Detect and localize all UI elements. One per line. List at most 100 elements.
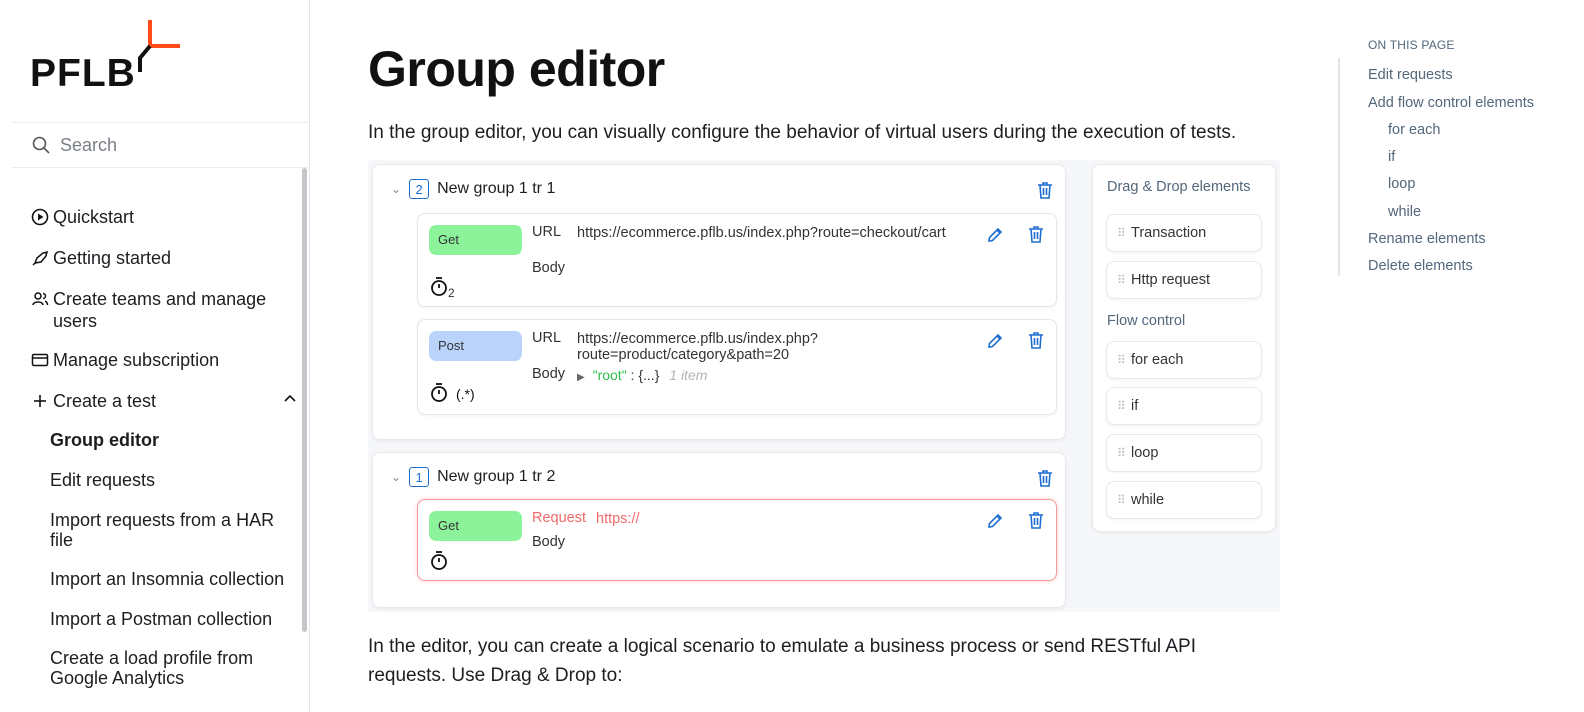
sidebar-scrollbar[interactable] [302, 168, 307, 632]
sidebar-item-create-test[interactable]: Create a test [30, 390, 298, 412]
sidebar-item-teams[interactable]: Create teams and manage users [30, 288, 298, 332]
drag-handle-icon: ⠿ [1117, 353, 1126, 367]
toc-item-edit-requests[interactable]: Edit requests [1368, 67, 1453, 83]
edit-pencil-icon[interactable] [986, 332, 1004, 350]
request-url[interactable]: https://ecommerce.pflb.us/index.php?rout… [577, 331, 957, 363]
edit-pencil-icon[interactable] [986, 226, 1004, 244]
request-card-error[interactable]: Get Request https:// Body [417, 499, 1057, 581]
json-item-count: 1 item [669, 367, 708, 383]
dnd-item-label: Http request [1131, 272, 1210, 288]
sidebar-subitem-import-postman[interactable]: Import a Postman collection [50, 609, 290, 629]
group-editor-figure: ⌄ 2 New group 1 tr 1 Get URL https://eco… [368, 160, 1280, 612]
sidebar-subitem-load-profile[interactable]: Create a load profile from Google Analyt… [50, 648, 290, 688]
search-input[interactable]: Search [12, 122, 308, 168]
page-title: Group editor [368, 41, 665, 97]
drag-handle-icon: ⠿ [1117, 446, 1126, 460]
toc-item-delete[interactable]: Delete elements [1368, 258, 1473, 274]
toc-rail [1338, 58, 1340, 276]
toc-item-flow-control[interactable]: Add flow control elements [1368, 95, 1534, 111]
sidebar-item-subscription[interactable]: Manage subscription [30, 349, 298, 371]
toc-title: ON THIS PAGE [1368, 38, 1455, 52]
dnd-item-label: if [1131, 398, 1139, 414]
dnd-item-transaction[interactable]: ⠿ Transaction [1106, 214, 1262, 252]
timer-group[interactable] [430, 550, 450, 577]
sidebar-subitem-import-har[interactable]: Import requests from a HAR file [50, 510, 290, 550]
json-body-preview[interactable]: ▶ "root" : {...} 1 item [577, 367, 707, 383]
sidebar-subitem-import-insomnia[interactable]: Import an Insomnia collection [50, 569, 290, 589]
collapse-caret-icon[interactable]: ⌄ [391, 182, 401, 196]
dnd-item-label: Transaction [1131, 225, 1207, 241]
request-url[interactable]: https://ecommerce.pflb.us/index.php?rout… [577, 225, 957, 241]
users-icon [30, 289, 50, 309]
pflb-logo[interactable]: PFLB [30, 18, 190, 98]
timer-regex: (.*) [456, 386, 475, 402]
dnd-item-if[interactable]: ⠿ if [1106, 387, 1262, 425]
timer-group[interactable]: 2 [430, 276, 455, 303]
toc-item-loop[interactable]: loop [1388, 176, 1415, 192]
method-badge-get[interactable]: Get [429, 225, 522, 255]
stopwatch-icon [431, 277, 447, 296]
json-sep: : [626, 367, 639, 383]
url-label: URL [532, 330, 562, 346]
dnd-item-label: loop [1131, 445, 1159, 461]
request-card[interactable]: Post URL https://ecommerce.pflb.us/index… [417, 319, 1057, 415]
method-badge-post[interactable]: Post [429, 331, 522, 361]
sidebar-item-label: Create a test [53, 391, 157, 411]
json-key: "root" [592, 367, 627, 383]
dnd-item-http-request[interactable]: ⠿ Http request [1106, 261, 1262, 299]
flow-control-title: Flow control [1107, 313, 1186, 329]
rocket-icon [30, 248, 50, 268]
request-url[interactable]: https:// [596, 511, 976, 527]
trash-icon[interactable] [1026, 330, 1046, 350]
method-badge-get[interactable]: Get [429, 511, 522, 541]
sidebar-subitem-edit-requests[interactable]: Edit requests [50, 470, 290, 490]
group-header[interactable]: ⌄ 1 New group 1 tr 2 [391, 467, 555, 487]
trash-icon[interactable] [1035, 468, 1055, 488]
dnd-item-loop[interactable]: ⠿ loop [1106, 434, 1262, 472]
json-object: {...} [638, 367, 660, 383]
body-label: Body [532, 260, 566, 276]
toc-item-if[interactable]: if [1388, 149, 1395, 165]
stopwatch-icon [431, 551, 447, 570]
toc-item-for-each[interactable]: for each [1388, 122, 1440, 138]
outro-paragraph: In the editor, you can create a logical … [368, 636, 1197, 686]
search-icon [32, 136, 50, 154]
trash-icon[interactable] [1026, 224, 1046, 244]
dnd-item-for-each[interactable]: ⠿ for each [1106, 341, 1262, 379]
group-card: ⌄ 2 New group 1 tr 1 Get URL https://eco… [372, 164, 1066, 440]
toc-item-while[interactable]: while [1388, 204, 1421, 220]
body-label: Body [532, 534, 566, 550]
sidebar-item-label: Quickstart [53, 207, 135, 227]
request-label: Request [532, 510, 587, 526]
drag-handle-icon: ⠿ [1117, 273, 1126, 287]
credit-card-icon [30, 350, 50, 370]
sidebar-item-getting-started[interactable]: Getting started [30, 247, 298, 269]
expand-triangle-icon[interactable]: ▶ [577, 372, 585, 383]
timer-group[interactable]: (.*) [430, 382, 475, 409]
toc-item-rename[interactable]: Rename elements [1368, 231, 1486, 247]
group-header[interactable]: ⌄ 2 New group 1 tr 1 [391, 179, 555, 199]
dnd-panel-title: Drag & Drop elements [1107, 179, 1251, 195]
sidebar-item-label: Manage subscription [53, 350, 220, 370]
sidebar-item-label: Getting started [53, 248, 172, 268]
collapse-caret-icon[interactable]: ⌄ [391, 470, 401, 484]
chevron-up-icon[interactable] [282, 390, 298, 406]
group-name[interactable]: New group 1 tr 1 [437, 180, 555, 198]
stopwatch-icon [431, 383, 447, 402]
drag-handle-icon: ⠿ [1117, 226, 1126, 240]
trash-icon[interactable] [1026, 510, 1046, 530]
group-name[interactable]: New group 1 tr 2 [437, 468, 555, 486]
sidebar-item-quickstart[interactable]: Quickstart [30, 206, 298, 228]
timer-sub: 2 [448, 286, 455, 300]
edit-pencil-icon[interactable] [986, 512, 1004, 530]
dnd-item-label: while [1131, 492, 1165, 508]
sidebar: PFLB Search Quickstart Getting started C… [0, 0, 310, 712]
sidebar-subitem-group-editor[interactable]: Group editor [50, 430, 290, 450]
logo-mark-icon [138, 20, 180, 72]
dnd-item-label: for each [1131, 352, 1184, 368]
request-card[interactable]: Get URL https://ecommerce.pflb.us/index.… [417, 213, 1057, 307]
search-placeholder: Search [60, 134, 118, 155]
dnd-item-while[interactable]: ⠿ while [1106, 481, 1262, 519]
sidebar-item-label: Create teams and manage users [53, 289, 267, 331]
trash-icon[interactable] [1035, 180, 1055, 200]
